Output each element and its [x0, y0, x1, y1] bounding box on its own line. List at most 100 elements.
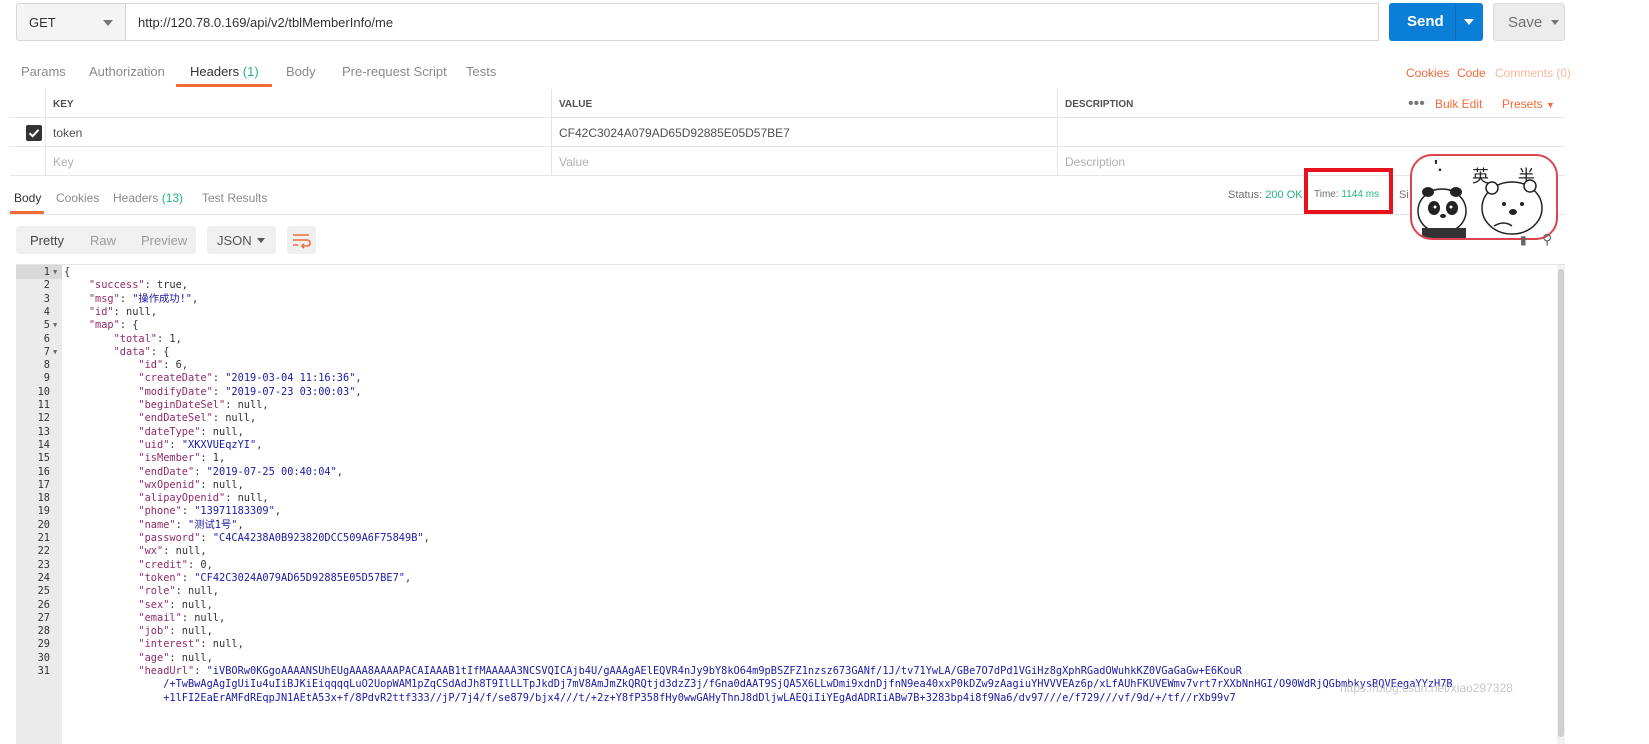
tab-pre-request-script[interactable]: Pre-request Script — [342, 64, 447, 79]
code-line: 11 "beginDateSel": null, — [16, 399, 1556, 412]
line-number: 4 — [43, 305, 50, 318]
code-text: { — [64, 266, 71, 278]
code-text: "password": "C4CA4238A0B923820DCC509A6F7… — [138, 532, 430, 544]
url-input[interactable]: http://120.78.0.169/api/v2/tblMemberInfo… — [126, 3, 1379, 41]
line-number: 21 — [37, 532, 50, 544]
fold-toggle-icon[interactable]: ▼ — [53, 319, 57, 332]
line-number: 29 — [37, 638, 50, 651]
line-number: 15 — [37, 452, 50, 465]
code-text: "wx": null, — [138, 545, 207, 558]
bear-illustration-icon — [1417, 179, 1543, 238]
tab-params[interactable]: Params — [21, 64, 66, 79]
tab-authorization[interactable]: Authorization — [89, 64, 165, 79]
save-button[interactable]: Save — [1493, 3, 1565, 41]
more-options-icon[interactable]: ••• — [1408, 95, 1425, 113]
header-col-value: VALUE — [552, 89, 1058, 118]
tab-tests[interactable]: Tests — [466, 64, 496, 79]
response-body-editor[interactable]: 1 ▼{2 "success": true, 3 "msg": "操作成功!", 4 … — [16, 264, 1565, 744]
line-number: 17 — [37, 478, 50, 491]
new-key-input[interactable]: Key — [46, 147, 552, 176]
code-text: "wxOpenid": null, — [138, 478, 244, 491]
line-number: 3 — [43, 292, 50, 305]
code-text: "headUrl": "iVBORw0KGgoAAAANSUhEUgAAA8AA… — [138, 665, 1242, 677]
code-line: 28 "job": null, — [16, 625, 1556, 638]
code-line: 15 "isMember": 1, — [16, 452, 1556, 465]
copy-icon[interactable]: ▮ — [1520, 233, 1527, 247]
header-description-cell[interactable] — [1058, 118, 1565, 147]
size-label: Si — [1399, 189, 1409, 201]
wrap-lines-button[interactable] — [287, 226, 316, 254]
code-line: 26 "sex": null, — [16, 599, 1556, 612]
header-col-description: DESCRIPTION — [1058, 89, 1565, 118]
line-number: 27 — [37, 611, 50, 624]
send-label: Send — [1407, 13, 1444, 30]
format-select[interactable]: JSON — [207, 226, 276, 254]
code-line: 25 "role": null, — [16, 585, 1556, 598]
url-value: http://120.78.0.169/api/v2/tblMemberInfo… — [138, 15, 394, 30]
line-number: 20 — [37, 518, 50, 531]
code-text: +1lFI2EaErAMFdREqpJN1AEtA53x+f/8PdvR2ttf… — [64, 691, 1236, 704]
code-line: 23 "credit": 0, — [16, 559, 1556, 572]
fold-toggle-icon[interactable]: ▼ — [53, 346, 57, 359]
view-preview-button[interactable]: Preview — [141, 233, 187, 248]
code-line: 17 "wxOpenid": null, — [16, 479, 1556, 492]
bulk-edit-link[interactable]: Bulk Edit — [1435, 97, 1482, 111]
view-pretty-button[interactable]: Pretty — [30, 233, 64, 248]
header-col-check — [10, 89, 46, 118]
presets-label: Presets — [1502, 97, 1543, 111]
line-number: 5 — [43, 319, 50, 332]
response-tab-body[interactable]: Body — [14, 191, 41, 205]
new-value-input[interactable]: Value — [552, 147, 1058, 176]
line-number: 9 — [43, 372, 50, 385]
code-text: "email": null, — [138, 611, 226, 624]
response-tab-test-results[interactable]: Test Results — [202, 191, 267, 205]
scrollbar-thumb[interactable] — [1558, 269, 1564, 737]
line-number: 10 — [37, 385, 50, 398]
send-options-icon[interactable] — [1464, 19, 1474, 25]
code-line: +1lFI2EaErAMFdREqpJN1AEtA53x+f/8PdvR2ttf… — [16, 692, 1556, 705]
search-icon[interactable]: ⚲ — [1542, 231, 1552, 248]
active-tab-indicator — [176, 84, 272, 87]
header-value-cell[interactable]: CF42C3024A079AD65D92885E05D57BE7 — [552, 118, 1058, 147]
code-text: "id": 6, — [138, 359, 189, 372]
header-enabled-checkbox[interactable] — [26, 125, 42, 141]
tab-body[interactable]: Body — [286, 64, 316, 79]
response-tab-headers[interactable]: Headers (13) — [113, 191, 183, 205]
description-placeholder: Description — [1065, 155, 1126, 169]
header-key-cell[interactable]: token — [46, 118, 552, 147]
code-line: 19 "phone": "13971183309", — [16, 505, 1556, 518]
header-col-key: KEY — [46, 89, 552, 118]
code-line: 22 "wx": null, — [16, 545, 1556, 558]
line-number: 31 — [37, 665, 50, 677]
send-button[interactable]: Send — [1389, 3, 1483, 41]
fold-toggle-icon[interactable]: ▼ — [53, 266, 57, 279]
presets-dropdown[interactable]: Presets ▼ — [1502, 97, 1555, 111]
watermark: https://blog.csdn.net/xiao297328 — [1340, 681, 1513, 695]
code-text: "total": 1, — [113, 332, 182, 345]
code-text: "endDateSel": null, — [138, 412, 257, 425]
response-tabs-divider — [10, 214, 1565, 215]
code-text: "isMember": 1, — [138, 452, 226, 465]
save-options-icon[interactable] — [1551, 20, 1559, 25]
tab-headers[interactable]: Headers (1) — [190, 64, 259, 79]
scrollbar[interactable] — [1557, 265, 1565, 744]
line-number: 26 — [37, 598, 50, 611]
code-text: "name": "测试1号", — [138, 518, 244, 531]
line-number: 22 — [37, 545, 50, 558]
view-raw-button[interactable]: Raw — [90, 233, 116, 248]
line-number: 18 — [37, 492, 50, 505]
code-text: /+TwBwAgAgIgUiIu4uIiBJKiEiqqqqLuO2UopWAM… — [64, 678, 1453, 691]
line-number: 11 — [37, 399, 50, 411]
value-placeholder: Value — [559, 155, 589, 169]
method-select[interactable]: GET — [16, 3, 126, 41]
code-link[interactable]: Code — [1457, 66, 1486, 80]
line-number: 28 — [37, 625, 50, 638]
code-line: 9 "createDate": "2019-03-04 11:16:36", — [16, 372, 1556, 385]
header-key-value: token — [53, 126, 83, 140]
response-tab-cookies[interactable]: Cookies — [56, 191, 99, 205]
cookies-link[interactable]: Cookies — [1406, 66, 1449, 80]
code-text: "sex": null, — [138, 598, 213, 611]
comments-link[interactable]: Comments (0) — [1495, 66, 1571, 80]
code-text: "token": "CF42C3024A079AD65D92885E05D57B… — [138, 571, 412, 584]
col-description-label: DESCRIPTION — [1065, 99, 1134, 110]
